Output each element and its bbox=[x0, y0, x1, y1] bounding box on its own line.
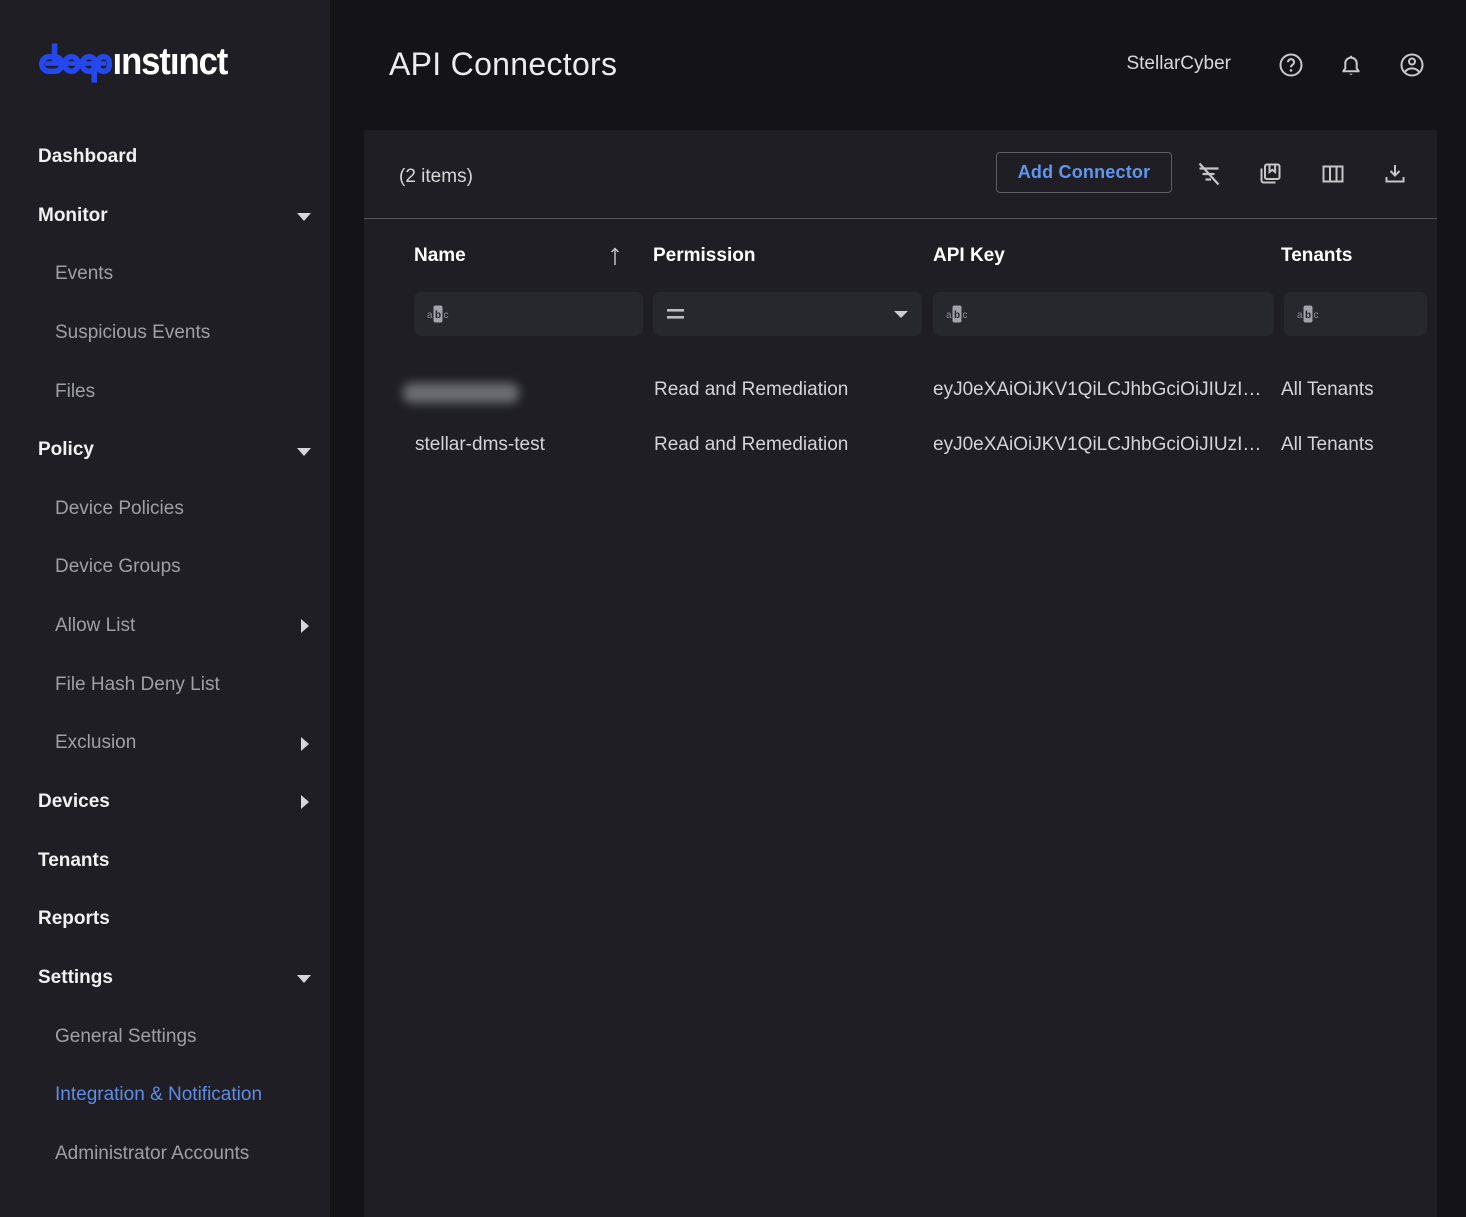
svg-text:c: c bbox=[444, 310, 449, 321]
svg-text:a: a bbox=[1297, 310, 1303, 321]
svg-text:b: b bbox=[1305, 310, 1311, 321]
svg-text:c: c bbox=[1314, 310, 1319, 321]
svg-text:c: c bbox=[963, 310, 968, 321]
svg-text:a: a bbox=[427, 310, 433, 321]
svg-text:a: a bbox=[946, 310, 952, 321]
svg-text:b: b bbox=[954, 310, 960, 321]
svg-text:b: b bbox=[435, 310, 441, 321]
svg-text:ınstınct: ınstınct bbox=[113, 40, 229, 82]
